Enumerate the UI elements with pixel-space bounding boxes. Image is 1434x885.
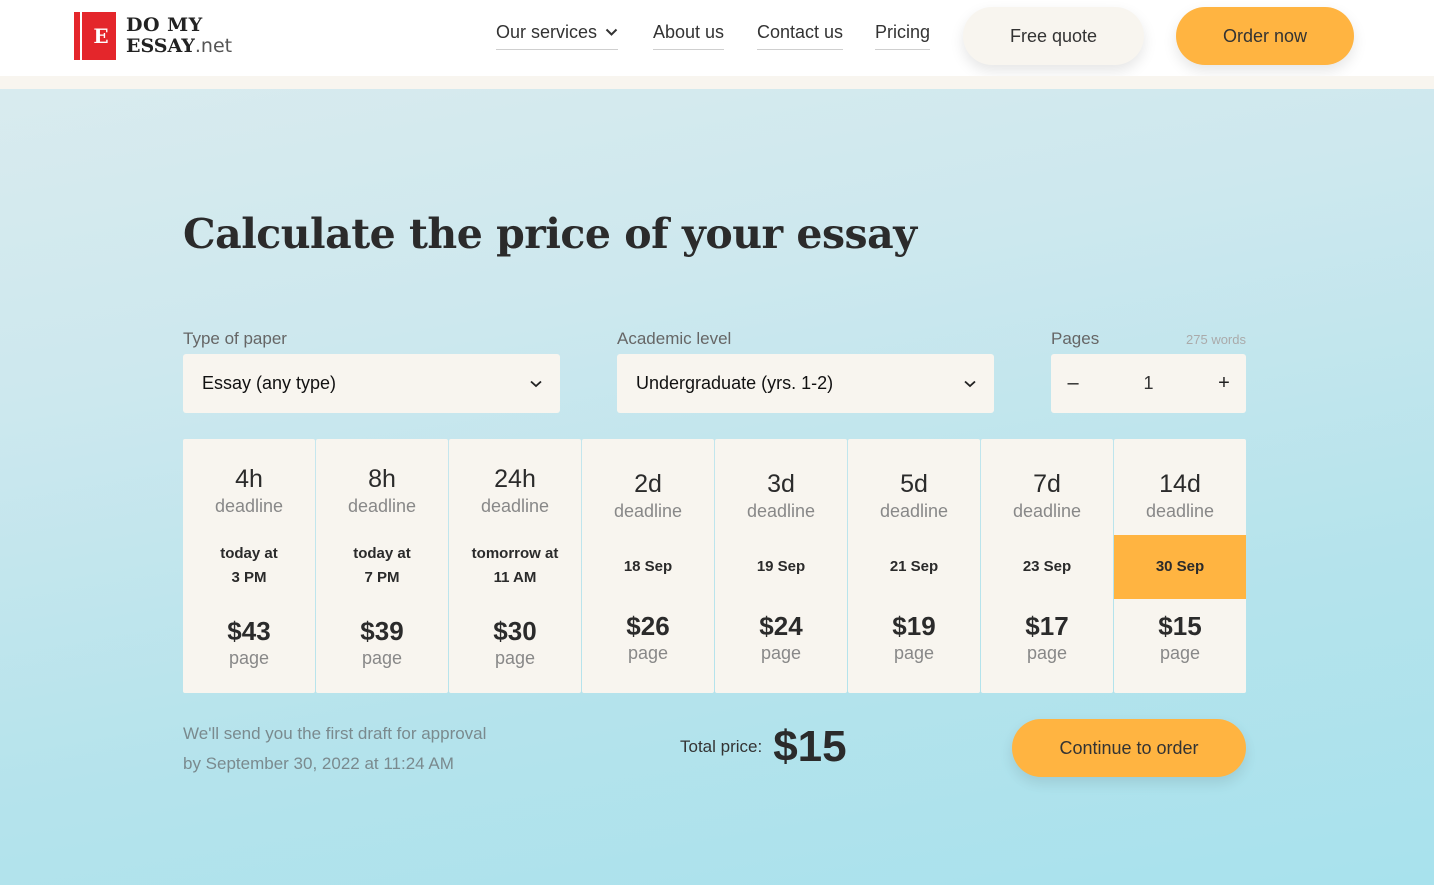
deadline-time: 2d bbox=[634, 470, 662, 498]
logo-line2: ESSAY.net bbox=[126, 36, 232, 57]
deadline-date: 19 Sep bbox=[756, 558, 806, 575]
deadline-date-selected: 30 Sep bbox=[1114, 535, 1246, 599]
deadline-card-4h[interactable]: 4h deadline today at 3 PM $43 page bbox=[183, 439, 315, 693]
deadline-date-line2: 11 AM bbox=[493, 569, 537, 586]
deadline-date: today at 3 PM bbox=[183, 542, 315, 590]
paper-type-label: Type of paper bbox=[183, 329, 287, 348]
deadline-price: $43 bbox=[227, 616, 271, 646]
deadline-unit: page bbox=[1026, 643, 1068, 663]
deadline-time: 4h bbox=[235, 465, 263, 493]
deadline-label: deadline bbox=[480, 496, 550, 516]
draft-note-line2: by September 30, 2022 at 11:24 AM bbox=[183, 754, 454, 773]
logo-text: DO MY ESSAY.net bbox=[126, 15, 232, 57]
deadline-unit: page bbox=[1159, 643, 1201, 663]
deadline-time: 3d bbox=[767, 470, 795, 498]
deadline-date-line1: tomorrow at bbox=[471, 545, 559, 562]
deadline-time: 8h bbox=[368, 465, 396, 493]
deadline-unit: page bbox=[760, 643, 802, 663]
deadline-card-5d[interactable]: 5d deadline 21 Sep $19 page bbox=[848, 439, 980, 693]
deadline-price: $24 bbox=[759, 611, 803, 641]
pages-decrement-button[interactable]: – bbox=[1051, 372, 1095, 395]
deadline-date-line2: 3 PM bbox=[231, 569, 267, 586]
academic-level-value: Undergraduate (yrs. 1-2) bbox=[636, 373, 834, 393]
academic-level-label: Academic level bbox=[617, 329, 732, 348]
page-title: Calculate the price of your essay bbox=[183, 210, 917, 258]
nav-about-us[interactable]: About us bbox=[653, 22, 725, 50]
nav-pricing[interactable]: Pricing bbox=[875, 22, 931, 50]
logo-mark: E bbox=[74, 12, 116, 60]
deadline-date-line1: today at bbox=[353, 545, 411, 562]
deadline-time: 14d bbox=[1159, 470, 1201, 498]
pages-increment-button[interactable]: + bbox=[1202, 372, 1246, 395]
deadline-date: 23 Sep bbox=[1022, 558, 1072, 575]
continue-to-order-button[interactable]: Continue to order bbox=[1012, 719, 1246, 777]
site-logo[interactable]: E DO MY ESSAY.net bbox=[74, 12, 232, 60]
deadline-card-8h[interactable]: 8h deadline today at 7 PM $39 page bbox=[316, 439, 448, 693]
deadline-card-7d[interactable]: 7d deadline 23 Sep $17 page bbox=[981, 439, 1113, 693]
deadline-time: 5d bbox=[900, 470, 928, 498]
deadline-unit: page bbox=[627, 643, 669, 663]
logo-essay: ESSAY bbox=[126, 35, 195, 57]
pages-value[interactable]: 1 bbox=[1095, 373, 1202, 394]
nav-our-services-label: Our services bbox=[496, 22, 598, 42]
academic-level-select[interactable]: Undergraduate (yrs. 1-2) bbox=[617, 354, 994, 413]
deadline-price: $15 bbox=[1158, 611, 1202, 641]
paper-type-value: Essay (any type) bbox=[202, 373, 337, 393]
deadline-date: tomorrow at 11 AM bbox=[449, 542, 581, 590]
deadline-date-line2: 7 PM bbox=[364, 569, 400, 586]
logo-net: .net bbox=[194, 35, 233, 57]
deadline-label: deadline bbox=[1012, 501, 1082, 521]
deadline-card-2d[interactable]: 2d deadline 18 Sep $26 page bbox=[582, 439, 714, 693]
deadline-date: 21 Sep bbox=[889, 558, 939, 575]
chevron-down-icon bbox=[964, 380, 976, 387]
chevron-down-icon bbox=[530, 380, 542, 387]
total-price-value: $15 bbox=[773, 722, 847, 771]
order-now-button[interactable]: Order now bbox=[1176, 7, 1354, 65]
total-price: Total price: $15 bbox=[680, 722, 847, 772]
deadline-date-line1: today at bbox=[220, 545, 278, 562]
deadline-time: 24h bbox=[494, 465, 536, 493]
deadline-label: deadline bbox=[214, 496, 284, 516]
deadline-card-24h[interactable]: 24h deadline tomorrow at 11 AM $30 page bbox=[449, 439, 581, 693]
site-header: E DO MY ESSAY.net Our services About us … bbox=[0, 0, 1434, 76]
deadline-price: $17 bbox=[1025, 611, 1069, 641]
header-divider bbox=[0, 76, 1434, 89]
deadline-date: today at 7 PM bbox=[316, 542, 448, 590]
deadline-label: deadline bbox=[347, 496, 417, 516]
deadline-card-3d[interactable]: 3d deadline 19 Sep $24 page bbox=[715, 439, 847, 693]
draft-note-line1: We'll send you the first draft for appro… bbox=[183, 724, 487, 743]
logo-line1: DO MY bbox=[126, 14, 203, 36]
deadline-unit: page bbox=[361, 648, 403, 668]
nav-our-services[interactable]: Our services bbox=[496, 22, 619, 50]
deadline-label: deadline bbox=[746, 501, 816, 521]
deadline-options: 4h deadline today at 3 PM $43 page 8h dea… bbox=[183, 439, 1246, 693]
pages-stepper: – 1 + bbox=[1051, 354, 1246, 413]
pages-label: Pages bbox=[1051, 329, 1100, 348]
deadline-price: $19 bbox=[892, 611, 936, 641]
deadline-card-14d[interactable]: 14d deadline 30 Sep $15 page bbox=[1114, 439, 1246, 693]
deadline-unit: page bbox=[228, 648, 270, 668]
deadline-unit: page bbox=[893, 643, 935, 663]
chevron-down-icon bbox=[605, 28, 618, 36]
deadline-date: 18 Sep bbox=[623, 558, 673, 575]
deadline-time: 7d bbox=[1033, 470, 1061, 498]
deadline-price: $39 bbox=[360, 616, 404, 646]
deadline-price: $26 bbox=[626, 611, 670, 641]
draft-approval-note: We'll send you the first draft for appro… bbox=[183, 719, 486, 779]
deadline-label: deadline bbox=[1145, 501, 1215, 521]
free-quote-button[interactable]: Free quote bbox=[963, 7, 1144, 65]
paper-type-select[interactable]: Essay (any type) bbox=[183, 354, 560, 413]
deadline-label: deadline bbox=[613, 501, 683, 521]
deadline-unit: page bbox=[494, 648, 536, 668]
deadline-label: deadline bbox=[879, 501, 949, 521]
logo-letter: E bbox=[93, 24, 109, 48]
nav-contact-us[interactable]: Contact us bbox=[757, 22, 844, 50]
total-price-label: Total price: bbox=[680, 737, 763, 756]
deadline-price: $30 bbox=[493, 616, 537, 646]
words-count-note: 275 words bbox=[1186, 332, 1246, 347]
